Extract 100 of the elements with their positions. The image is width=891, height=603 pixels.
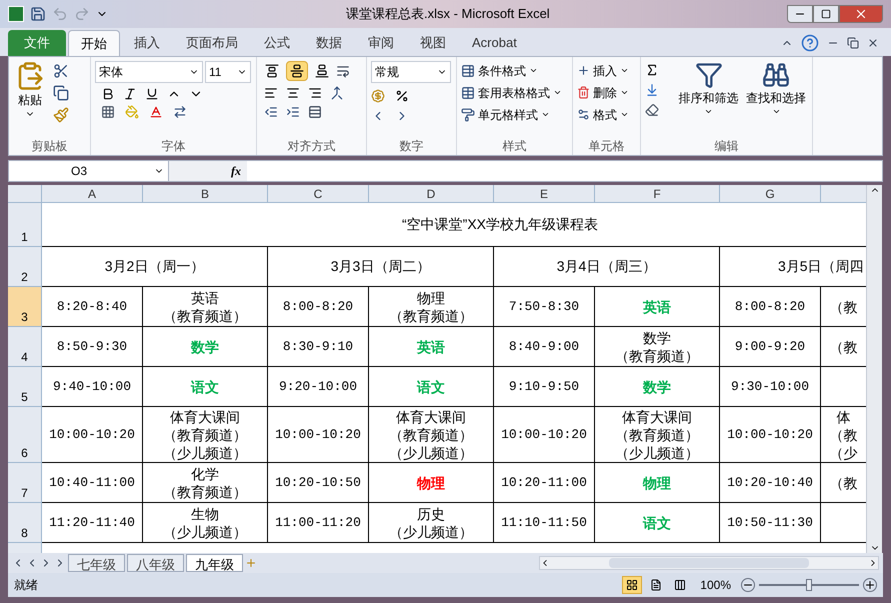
style-menu-button[interactable]: 条件格式 bbox=[461, 61, 568, 80]
table-cell: 体育大课间 （教育频道） （少儿频道） bbox=[595, 407, 720, 463]
increase-indent-icon[interactable] bbox=[286, 105, 300, 119]
eraser-icon[interactable] bbox=[645, 103, 659, 117]
ribbon-tab[interactable]: 公式 bbox=[252, 30, 302, 56]
row-header[interactable]: 6 bbox=[8, 407, 42, 463]
scroll-thumb[interactable] bbox=[609, 558, 809, 568]
format-painter-icon[interactable] bbox=[53, 107, 69, 123]
cut-icon[interactable] bbox=[53, 63, 69, 79]
ribbon-tab[interactable]: 页面布局 bbox=[174, 30, 250, 56]
table-cell: 9:10-9:50 bbox=[494, 367, 595, 407]
paste-button[interactable]: 粘贴 bbox=[15, 61, 45, 137]
close-icon[interactable] bbox=[867, 37, 879, 49]
cell-menu-button[interactable]: 插入 bbox=[577, 61, 636, 80]
table-cell: 数学 bbox=[595, 367, 720, 407]
vertical-align-button[interactable] bbox=[286, 61, 308, 81]
fill-color-icon[interactable] bbox=[125, 105, 139, 119]
table-style-icon bbox=[461, 64, 475, 78]
zoom-slider-thumb[interactable] bbox=[806, 579, 812, 591]
table-style-icon bbox=[461, 86, 475, 100]
zoom-in-icon[interactable] bbox=[863, 578, 877, 592]
cell-action-icon bbox=[577, 108, 590, 121]
ribbon-tab[interactable]: 插入 bbox=[122, 30, 172, 56]
maximize-button[interactable] bbox=[813, 5, 839, 23]
row-header[interactable]: 1 bbox=[8, 203, 42, 247]
column-header[interactable]: G bbox=[720, 185, 821, 202]
ribbon-tab[interactable]: Acrobat bbox=[460, 30, 529, 56]
sheet-tab[interactable]: 九年级 bbox=[186, 554, 243, 572]
row-header[interactable]: 5 bbox=[8, 367, 42, 407]
table-cell: 8:50-9:30 bbox=[42, 327, 143, 367]
excel-logo-icon[interactable] bbox=[8, 6, 24, 22]
row-header[interactable]: 8 bbox=[8, 503, 42, 543]
align-center-icon[interactable] bbox=[286, 86, 300, 100]
ribbon-tab[interactable]: 开始 bbox=[68, 30, 120, 56]
currency-icon[interactable] bbox=[371, 89, 385, 103]
font-name-field[interactable]: 宋体 bbox=[95, 61, 203, 83]
style-menu-button[interactable]: 单元格样式 bbox=[461, 105, 568, 124]
ribbon-tab[interactable]: 数据 bbox=[304, 30, 354, 56]
status-text: 就绪 bbox=[14, 577, 39, 594]
table-style-icon bbox=[461, 108, 475, 122]
column-header[interactable]: E bbox=[494, 185, 595, 202]
editing-button[interactable]: 排序和筛选 bbox=[676, 61, 740, 137]
table-cell: 8:30-9:10 bbox=[268, 327, 369, 367]
copy-icon[interactable] bbox=[53, 85, 69, 101]
table-cell: 10:20-11:00 bbox=[494, 463, 595, 503]
table-cell: 物理 bbox=[595, 463, 720, 503]
table-cell: 10:40-11:00 bbox=[42, 463, 143, 503]
sheet-tab[interactable]: 八年级 bbox=[127, 554, 184, 572]
row-header[interactable]: 3 bbox=[8, 287, 42, 327]
sheet-tab[interactable]: 七年级 bbox=[68, 554, 125, 572]
table-cell: 11:00-11:20 bbox=[268, 503, 369, 543]
zoom-level[interactable]: 100% bbox=[694, 576, 737, 594]
style-menu-button[interactable]: 套用表格格式 bbox=[461, 83, 568, 102]
percent-icon[interactable] bbox=[395, 89, 409, 103]
vertical-scrollbar[interactable] bbox=[866, 185, 882, 553]
underline-icon[interactable] bbox=[145, 87, 159, 101]
restore-icon[interactable] bbox=[847, 37, 859, 49]
minimize-button[interactable] bbox=[787, 5, 813, 23]
close-button[interactable] bbox=[839, 5, 883, 23]
decrease-indent-icon[interactable] bbox=[264, 105, 278, 119]
column-header[interactable]: D bbox=[369, 185, 494, 202]
italic-icon[interactable] bbox=[123, 87, 137, 101]
file-tab[interactable]: 文件 bbox=[8, 30, 66, 56]
table-cell: 生物 （少儿频道） bbox=[143, 503, 268, 543]
new-sheet-icon[interactable] bbox=[245, 557, 257, 569]
row-header[interactable]: 2 bbox=[8, 247, 42, 287]
column-header[interactable]: C bbox=[268, 185, 369, 202]
caret-icon bbox=[541, 110, 550, 119]
zoom-out-icon[interactable] bbox=[741, 578, 755, 592]
borders-icon[interactable] bbox=[101, 105, 115, 119]
wrap-text-icon[interactable] bbox=[336, 64, 350, 78]
zoom-slider[interactable] bbox=[759, 579, 859, 591]
ribbon-tab[interactable]: 视图 bbox=[408, 30, 458, 56]
help-icon[interactable] bbox=[801, 34, 819, 52]
cell-menu-button[interactable]: 格式 bbox=[577, 105, 636, 124]
align-right-icon[interactable] bbox=[308, 86, 322, 100]
fill-icon[interactable] bbox=[645, 83, 659, 97]
row-header[interactable]: 4 bbox=[8, 327, 42, 367]
cell-menu-button[interactable]: 删除 bbox=[577, 83, 636, 102]
filter-icon bbox=[694, 61, 723, 89]
view-icon bbox=[650, 579, 662, 591]
number-format-field[interactable]: 常规 bbox=[371, 61, 451, 83]
save-icon[interactable] bbox=[30, 6, 46, 22]
font-color-icon[interactable] bbox=[149, 105, 163, 119]
column-header[interactable]: F bbox=[595, 185, 720, 202]
ribbon-tab[interactable]: 审阅 bbox=[356, 30, 406, 56]
table-cell: 化学 （教育频道） bbox=[143, 463, 268, 503]
group-label: 样式 bbox=[502, 138, 528, 155]
align-left-icon[interactable] bbox=[264, 86, 278, 100]
merge-icon[interactable] bbox=[330, 86, 344, 100]
view-button[interactable] bbox=[622, 576, 642, 594]
bold-icon[interactable] bbox=[101, 87, 115, 101]
row-header[interactable]: 7 bbox=[8, 463, 42, 503]
column-header[interactable]: A bbox=[42, 185, 143, 202]
horizontal-scrollbar[interactable] bbox=[539, 556, 879, 570]
column-header[interactable]: B bbox=[143, 185, 268, 202]
table-cell: 物理 （教育频道） bbox=[369, 287, 494, 327]
font-size-field[interactable]: 11 bbox=[205, 61, 251, 83]
editing-button[interactable]: 查找和选择 bbox=[744, 61, 808, 137]
sum-icon[interactable] bbox=[645, 63, 659, 77]
